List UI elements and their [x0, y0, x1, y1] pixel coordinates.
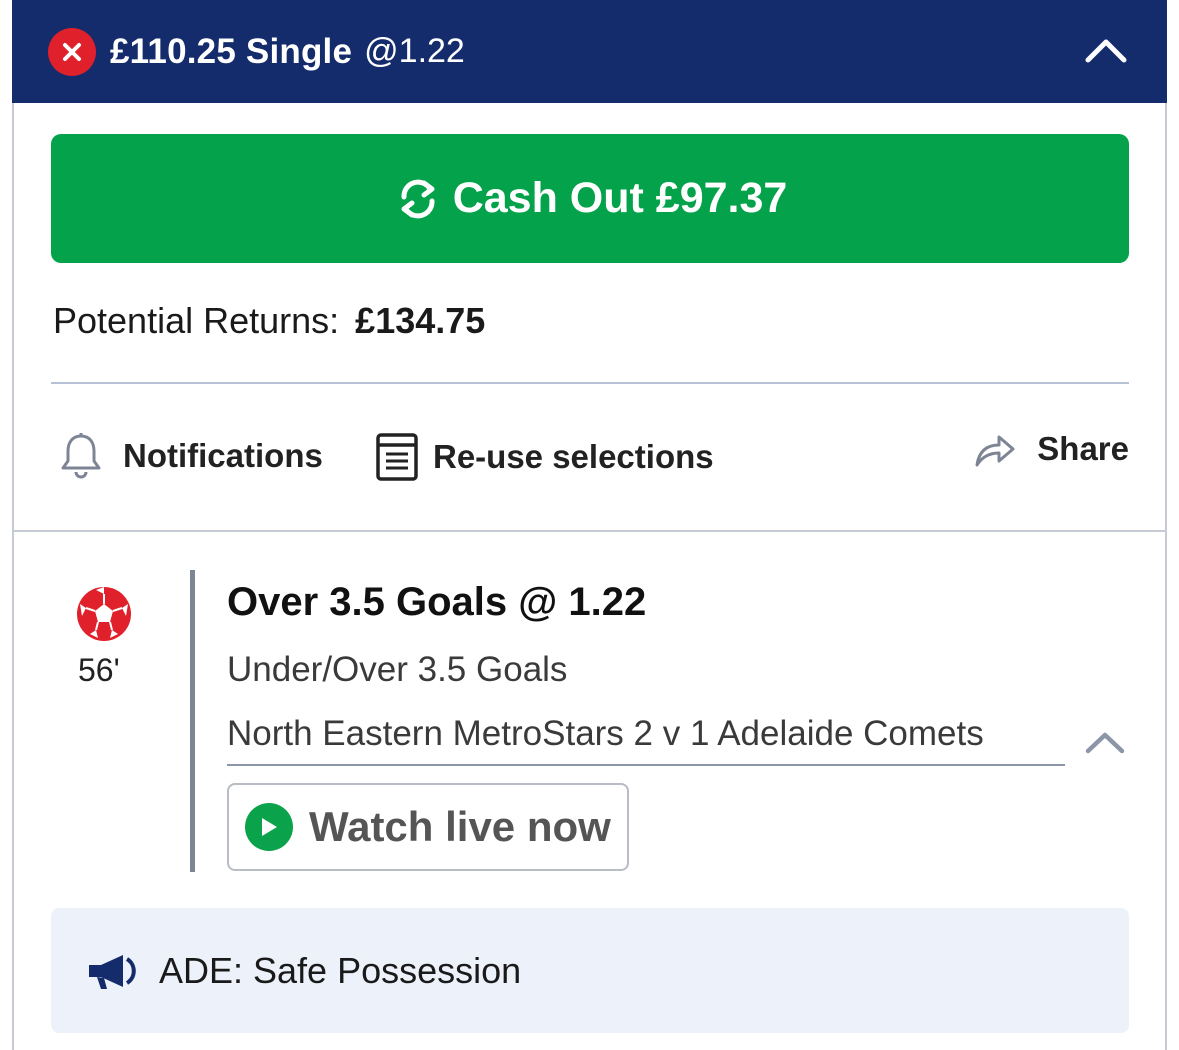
share-arrow-icon [973, 429, 1017, 469]
match-event-info: ADE: Safe Possession [51, 908, 1129, 1033]
document-icon [375, 432, 419, 482]
share-button[interactable]: Share [973, 429, 1129, 469]
bet-stake: £110.25 Single [110, 31, 353, 71]
reuse-selections-button[interactable]: Re-use selections [375, 432, 714, 482]
match-minute: 56' [78, 652, 120, 688]
chevron-up-icon[interactable] [1082, 724, 1128, 760]
play-icon [245, 803, 293, 851]
watch-live-button[interactable]: Watch live now [227, 783, 629, 871]
info-text: ADE: Safe Possession [159, 949, 522, 991]
returns-label: Potential Returns: [53, 300, 340, 341]
selection-event-link[interactable]: North Eastern MetroStars 2 v 1 Adelaide … [227, 714, 1065, 766]
reuse-label: Re-use selections [433, 438, 714, 475]
selection-title: Over 3.5 Goals @ 1.22 [227, 580, 647, 624]
selection-bar [190, 570, 195, 872]
football-icon [76, 586, 132, 642]
cashout-label: Cash Out £97.37 [452, 174, 788, 222]
cashout-button[interactable]: Cash Out £97.37 [51, 134, 1129, 263]
bet-header[interactable]: £110.25 Single @1.22 [12, 0, 1167, 103]
divider [12, 530, 1167, 532]
share-label: Share [1037, 430, 1129, 467]
returns-value: £134.75 [355, 300, 486, 341]
selection-market: Under/Over 3.5 Goals [227, 650, 568, 689]
watch-label: Watch live now [309, 803, 611, 850]
close-icon [48, 27, 96, 76]
potential-returns: Potential Returns: £134.75 [53, 300, 485, 342]
bet-card: £110.25 Single @1.22 Cash Out £97.37 Pot… [12, 0, 1167, 1050]
cashout-refresh-icon [393, 174, 443, 224]
bell-icon [59, 432, 103, 480]
bet-actions: Notifications Re-use selections Share [51, 425, 1129, 495]
megaphone-icon [85, 951, 137, 991]
notifications-label: Notifications [123, 437, 323, 474]
notifications-button[interactable]: Notifications [59, 432, 323, 480]
bet-odds: @1.22 [364, 32, 465, 70]
chevron-up-icon[interactable] [1083, 30, 1129, 70]
divider [51, 382, 1129, 384]
